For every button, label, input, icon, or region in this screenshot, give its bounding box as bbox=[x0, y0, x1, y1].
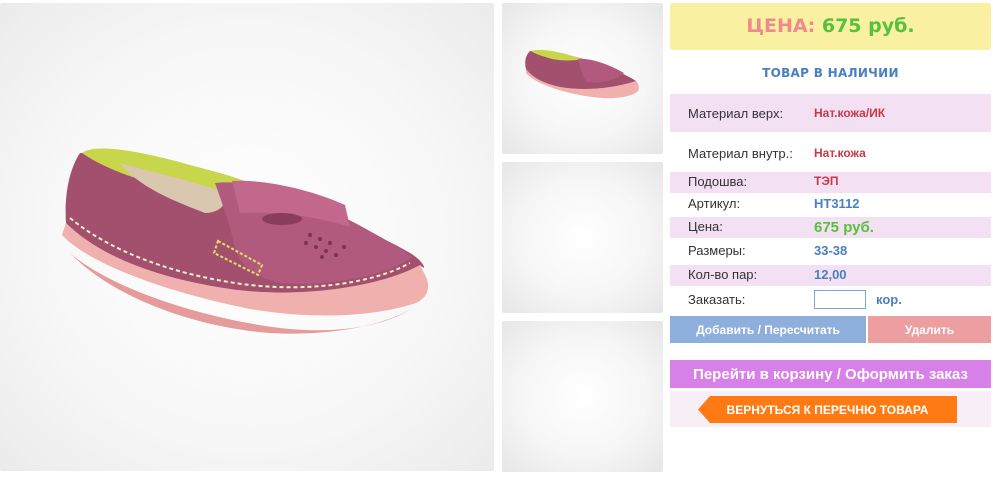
price-value: 675 руб. bbox=[821, 15, 915, 37]
spec-value: Нат.кожа bbox=[814, 146, 866, 160]
spec-row-article: Артикул: НТ3112 bbox=[670, 194, 991, 215]
add-recalculate-button[interactable]: Добавить / Пересчитать bbox=[670, 316, 866, 343]
thumbnail-3[interactable] bbox=[502, 321, 663, 472]
spec-row-pairs: Кол-во пар: 12,00 bbox=[670, 265, 991, 286]
spec-value: Нат.кожа/ИК bbox=[814, 106, 886, 120]
spec-label: Кол-во пар: bbox=[688, 267, 758, 282]
price-label: ЦЕНА: bbox=[746, 15, 816, 37]
spec-label: Материал верх: bbox=[688, 106, 784, 121]
main-product-image[interactable] bbox=[0, 3, 494, 471]
spec-row-price: Цена: 675 руб. bbox=[670, 217, 991, 238]
spec-row-material-inner: Материал внутр.: Нат.кожа bbox=[670, 135, 991, 170]
spec-label: Подошва: bbox=[688, 174, 748, 189]
price-banner: ЦЕНА: 675 руб. bbox=[670, 3, 991, 50]
go-to-cart-button[interactable]: Перейти в корзину / Оформить заказ bbox=[670, 360, 991, 388]
spec-label: Размеры: bbox=[688, 243, 746, 258]
thumbnail-1[interactable] bbox=[502, 3, 663, 154]
delete-button[interactable]: Удалить bbox=[868, 316, 991, 343]
order-unit: кор. bbox=[876, 292, 902, 307]
spec-value: НТ3112 bbox=[814, 196, 860, 211]
spec-label: Цена: bbox=[688, 219, 723, 234]
order-label: Заказать: bbox=[688, 292, 746, 307]
spec-row-material-upper: Материал верх: Нат.кожа/ИК bbox=[670, 94, 991, 132]
shoe-thumbnail-icon bbox=[525, 49, 639, 99]
spec-label: Артикул: bbox=[688, 196, 741, 211]
order-quantity-input[interactable] bbox=[814, 290, 866, 309]
spec-value: ТЭП bbox=[814, 174, 839, 188]
spec-row-sizes: Размеры: 33-38 bbox=[670, 241, 991, 262]
spec-value: 675 руб. bbox=[814, 219, 874, 236]
thumbnail-2[interactable] bbox=[502, 162, 663, 313]
spec-label: Материал внутр.: bbox=[688, 146, 793, 161]
shoe-icon bbox=[62, 148, 429, 334]
back-to-list-button[interactable]: ВЕРНУТЬСЯ К ПЕРЕЧНЮ ТОВАРА bbox=[698, 396, 957, 423]
spec-value: 33-38 bbox=[814, 243, 848, 258]
availability-status: ТОВАР В НАЛИЧИИ bbox=[762, 66, 899, 80]
spec-row-sole: Подошва: ТЭП bbox=[670, 172, 991, 193]
spec-value: 12,00 bbox=[814, 267, 847, 282]
